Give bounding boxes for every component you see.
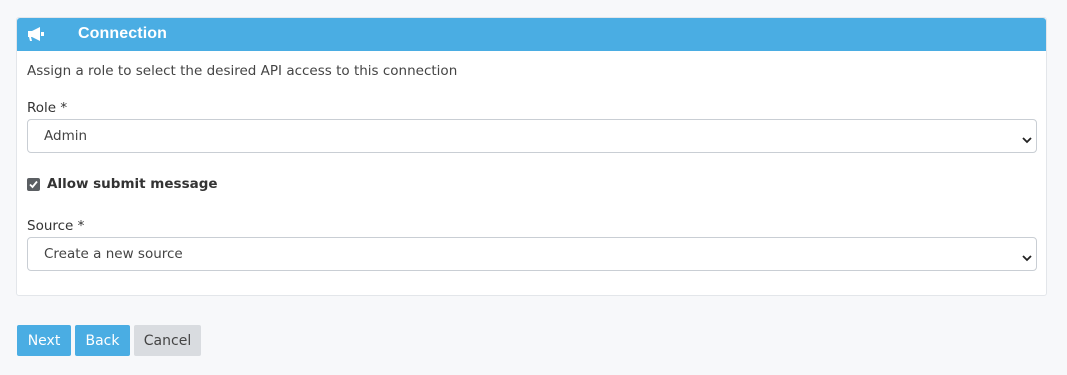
- allow-submit-checkbox[interactable]: [27, 177, 40, 191]
- allow-submit-row: Allow submit message: [27, 175, 218, 193]
- source-label: Source *: [27, 218, 85, 234]
- source-select-value: Create a new source: [44, 246, 183, 262]
- cancel-button[interactable]: Cancel: [134, 325, 201, 356]
- allow-submit-label[interactable]: Allow submit message: [47, 176, 218, 192]
- megaphone-icon: [27, 26, 45, 42]
- panel-title: Connection: [78, 25, 167, 42]
- role-select[interactable]: Admin: [27, 119, 1037, 153]
- role-label: Role *: [27, 100, 68, 116]
- back-button[interactable]: Back: [75, 325, 130, 356]
- next-button[interactable]: Next: [17, 325, 71, 356]
- chevron-down-icon: [1022, 250, 1032, 262]
- panel-header: Connection: [17, 18, 1046, 51]
- role-select-value: Admin: [44, 128, 88, 144]
- connection-panel: Connection Assign a role to select the d…: [16, 17, 1047, 296]
- source-select[interactable]: Create a new source: [27, 237, 1037, 271]
- panel-description: Assign a role to select the desired API …: [27, 63, 458, 79]
- chevron-down-icon: [1022, 132, 1032, 144]
